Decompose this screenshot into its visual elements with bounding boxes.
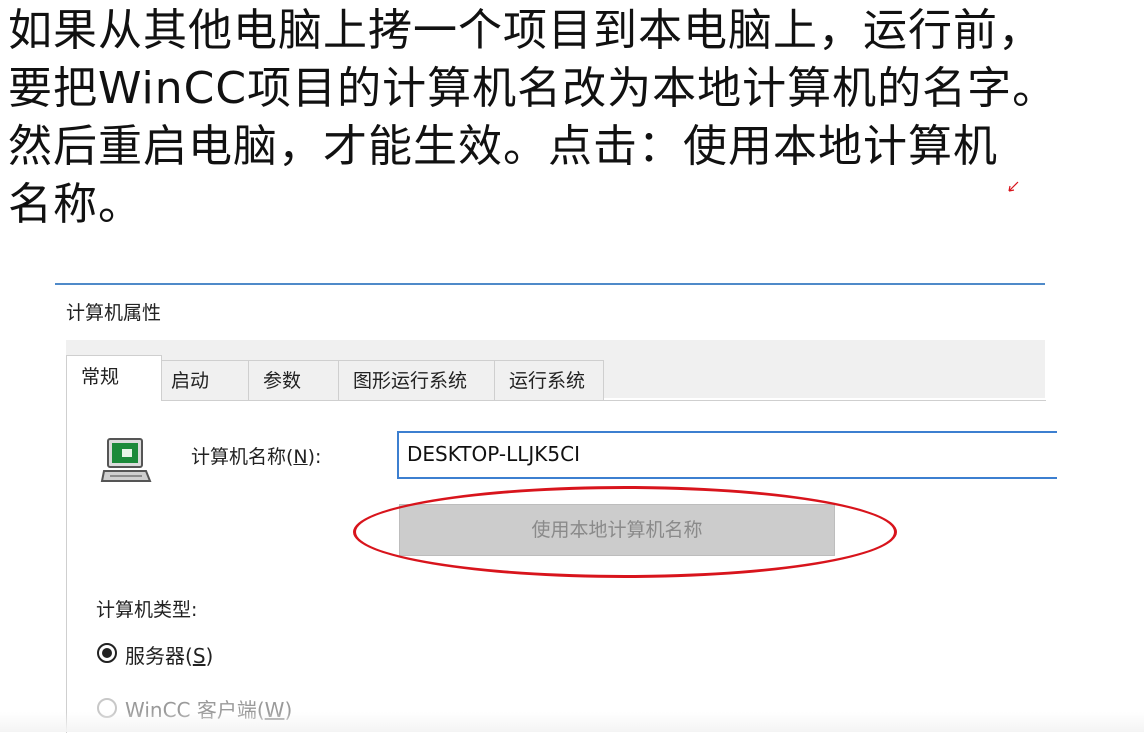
server-radio-label[interactable]: 服务器(S) [125,640,213,669]
tab-runtime[interactable]: 运行系统 [494,360,604,400]
computer-name-input[interactable]: DESKTOP-LLJK5CI [397,431,1057,479]
tab-startup[interactable]: 启动 [156,360,250,400]
highlight-ellipse [353,486,897,578]
instruction-line-2: 要把WinCC项目的计算机名改为本地计算机的名字。 [8,63,1058,114]
tab-graphics-runtime[interactable]: 图形运行系统 [338,360,496,400]
tab-parameters[interactable]: 参数 [248,360,340,400]
server-radio[interactable] [97,643,117,663]
bottom-fade [0,712,1144,732]
tab-general[interactable]: 常规 [66,355,162,401]
computer-icon [100,438,152,482]
instruction-line-4: 名称。 [8,179,143,230]
name-label-text: 计算机名称( [191,446,294,468]
name-label-accesskey: N [293,446,308,468]
server-label-text: 服务器( [125,644,193,668]
computer-type-label: 计算机类型: [96,599,198,621]
name-label-suffix: ): [307,446,322,468]
computer-name-label: 计算机名称(N): [191,442,321,469]
instruction-line-3: 然后重启电脑，才能生效。点击：使用本地计算机 [8,121,998,172]
server-label-accesskey: S [192,644,206,668]
dialog-title: 计算机属性 [66,302,162,324]
instruction-line-1: 如果从其他电脑上拷一个项目到本电脑上，运行前， [8,5,1043,56]
pen-mark-icon [1008,181,1019,192]
server-label-suffix: ) [205,644,214,668]
instruction-text: 如果从其他电脑上拷一个项目到本电脑上，运行前， 要把WinCC项目的计算机名改为… [8,2,1144,234]
window-top-border [55,283,1045,285]
